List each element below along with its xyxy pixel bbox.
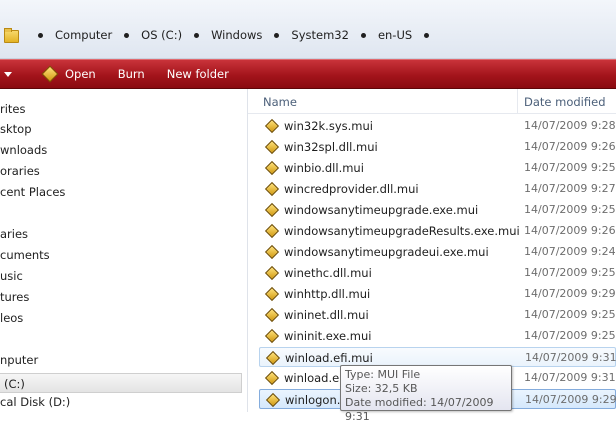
file-name: win32k.sys.mui (284, 119, 373, 133)
file-name: winbio.dll.mui (284, 161, 364, 175)
file-date-modified: 14/07/2009 9:29 (524, 287, 616, 300)
mui-file-icon (265, 350, 281, 366)
mui-file-icon (265, 392, 281, 408)
mui-file-icon (264, 223, 280, 239)
folder-icon (4, 28, 19, 43)
navigation-pane: rites sktop wnloads oraries cent Places aries… (0, 89, 248, 412)
tooltip-type: Type: MUI File (345, 368, 421, 381)
file-name: winlogon. (285, 393, 341, 407)
file-date-modified: 14/07/2009 9:26 (524, 224, 616, 237)
nav-item[interactable]: wnloads (0, 140, 47, 160)
file-list: Name Date modified win32k.sys.mui 14/07/2… (248, 89, 616, 412)
mui-file-icon (264, 244, 280, 260)
file-name: winethc.dll.mui (284, 266, 372, 280)
mui-file-icon (264, 139, 280, 155)
nav-item[interactable]: sktop (0, 119, 32, 139)
column-header-date-modified[interactable]: Date modified (524, 95, 606, 109)
file-name: wincredprovider.dll.mui (284, 182, 419, 196)
burn-button[interactable]: Burn (118, 67, 145, 81)
new-folder-button[interactable]: New folder (167, 67, 229, 81)
breadcrumb-system32[interactable]: System32 (291, 28, 349, 42)
file-row[interactable]: winload.efi.mui 14/07/2009 9:31 (259, 347, 616, 367)
nav-item[interactable]: cal Disk (D:) (0, 392, 70, 412)
file-name: wininet.dll.mui (284, 308, 369, 322)
mui-file-icon (264, 202, 280, 218)
nav-item[interactable]: tures (0, 287, 29, 307)
breadcrumb-separator-icon[interactable] (424, 32, 430, 38)
nav-item[interactable]: usic (0, 266, 23, 286)
file-date-modified: 14/07/2009 9:26 (524, 140, 616, 153)
mui-file-icon (264, 307, 280, 323)
organize-dropdown-icon[interactable] (4, 71, 12, 77)
file-row[interactable]: windowsanytimeupgrade.exe.mui 14/07/2009 … (259, 200, 616, 220)
column-headers: Name Date modified (248, 89, 616, 114)
file-name: winhttp.dll.mui (284, 287, 371, 301)
file-row[interactable]: winbio.dll.mui 14/07/2009 9:25 (259, 158, 616, 178)
file-name: winload.e (284, 371, 340, 385)
breadcrumb-separator-icon[interactable] (124, 32, 130, 38)
breadcrumb-separator-icon[interactable] (194, 32, 200, 38)
file-row[interactable]: winethc.dll.mui 14/07/2009 9:25 (259, 263, 616, 283)
tooltip-size: Size: 32,5 KB (345, 382, 418, 395)
mui-file-icon (264, 370, 280, 386)
file-name: windowsanytimeupgrade.exe.mui (284, 203, 479, 217)
file-name: win32spl.dll.mui (284, 140, 378, 154)
file-date-modified: 14/07/2009 9:24 (524, 245, 616, 258)
file-name: windowsanytimeupgradeui.exe.mui (284, 245, 489, 259)
file-date-modified: 14/07/2009 9:31 (525, 351, 616, 364)
mui-file-icon (264, 286, 280, 302)
file-row[interactable]: windowsanytimeupgradeResults.exe.mui 14/0… (259, 221, 616, 241)
nav-item[interactable]: cent Places (0, 182, 65, 202)
file-date-modified: 14/07/2009 9:25 (524, 329, 616, 342)
column-header-name[interactable]: Name (263, 95, 297, 109)
nav-item[interactable]: (C:) (0, 373, 242, 393)
file-row[interactable]: wincredprovider.dll.mui 14/07/2009 9:27 (259, 179, 616, 199)
mui-file-icon (264, 328, 280, 344)
breadcrumb-separator-icon[interactable] (274, 32, 280, 38)
address-bar[interactable]: Computer OS (C:) Windows System32 en-US (0, 0, 616, 59)
breadcrumb-windows[interactable]: Windows (211, 28, 262, 42)
breadcrumb: Computer OS (C:) Windows System32 en-US (0, 24, 441, 46)
open-button[interactable]: Open (41, 65, 96, 83)
file-row[interactable]: winhttp.dll.mui 14/07/2009 9:29 (259, 284, 616, 304)
mui-file-icon (264, 160, 280, 176)
nav-item[interactable]: leos (0, 308, 23, 328)
file-date-modified: 14/07/2009 9:29 (525, 393, 616, 406)
file-row[interactable]: win32spl.dll.mui 14/07/2009 9:26 (259, 137, 616, 157)
file-date-modified: 14/07/2009 9:31 (524, 371, 616, 384)
file-name: windowsanytimeupgradeResults.exe.mui (284, 224, 520, 238)
nav-item[interactable]: oraries (0, 161, 40, 181)
breadcrumb-separator-icon[interactable] (360, 32, 366, 38)
open-label: Open (65, 67, 96, 81)
mui-file-icon (264, 265, 280, 281)
file-row[interactable]: windowsanytimeupgradeui.exe.mui 14/07/200… (259, 242, 616, 262)
file-info-tooltip: Type: MUI File Size: 32,5 KB Date modifi… (340, 365, 512, 423)
file-date-modified: 14/07/2009 9:25 (524, 266, 616, 279)
file-date-modified: 14/07/2009 9:25 (524, 308, 616, 321)
mui-file-icon (264, 118, 280, 134)
tooltip-date-modified: Date modified: 14/07/2009 9:31 (345, 396, 494, 423)
file-date-modified: 14/07/2009 9:27 (524, 182, 616, 195)
file-date-modified: 14/07/2009 9:25 (524, 203, 616, 216)
file-date-modified: 14/07/2009 9:25 (524, 161, 616, 174)
nav-item[interactable]: rites (0, 99, 26, 119)
open-icon (41, 65, 59, 83)
nav-item[interactable]: cuments (0, 245, 50, 265)
breadcrumb-computer[interactable]: Computer (55, 28, 112, 42)
file-row[interactable]: wininit.exe.mui 14/07/2009 9:25 (259, 326, 616, 346)
command-toolbar: Open Burn New folder (0, 59, 616, 89)
breadcrumb-os-c[interactable]: OS (C:) (141, 28, 182, 42)
mui-file-icon (264, 181, 280, 197)
file-name: wininit.exe.mui (284, 329, 372, 343)
column-divider[interactable] (517, 89, 518, 113)
file-date-modified: 14/07/2009 9:28 (524, 119, 616, 132)
file-name: winload.efi.mui (285, 351, 373, 365)
nav-item[interactable]: aries (0, 224, 28, 244)
breadcrumb-en-us[interactable]: en-US (378, 28, 412, 42)
breadcrumb-separator-icon[interactable] (38, 32, 43, 38)
file-row[interactable]: wininet.dll.mui 14/07/2009 9:25 (259, 305, 616, 325)
file-row[interactable]: win32k.sys.mui 14/07/2009 9:28 (259, 116, 616, 136)
nav-item[interactable]: nputer (0, 350, 38, 370)
